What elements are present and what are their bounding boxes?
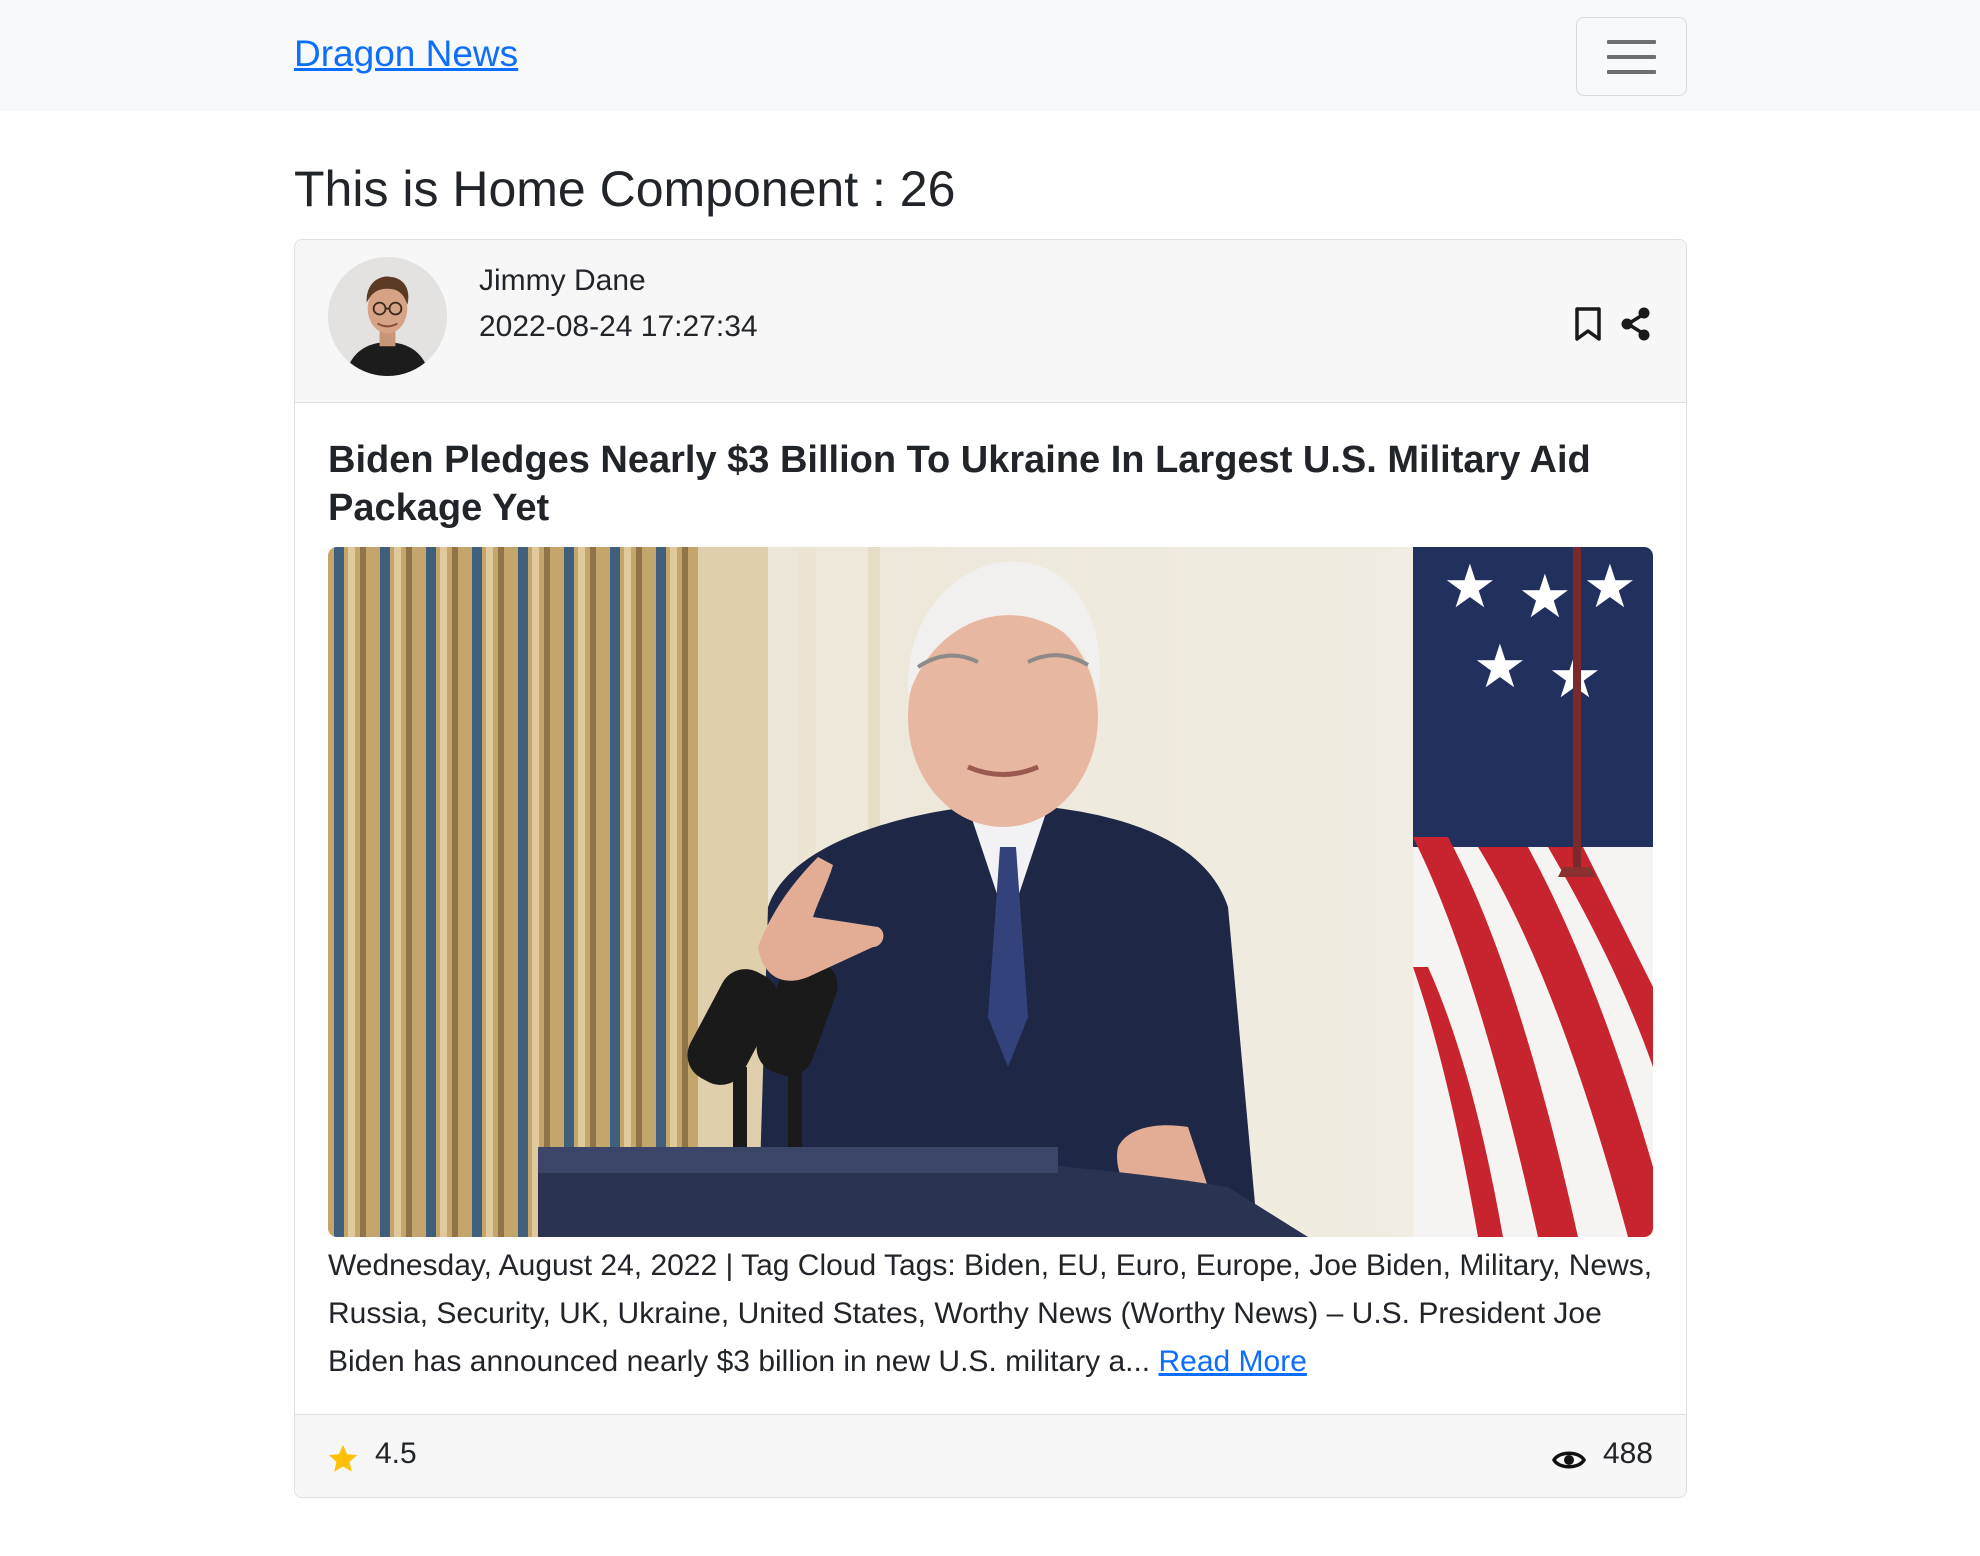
author-avatar (328, 257, 447, 376)
news-image: ★ ★ ★ ★ ★ (328, 547, 1653, 1237)
svg-text:★: ★ (1443, 552, 1497, 622)
hamburger-menu-icon (1607, 40, 1656, 44)
news-excerpt: Wednesday, August 24, 2022 | Tag Cloud T… (328, 1249, 1653, 1378)
bookmark-icon[interactable] (1573, 306, 1603, 342)
svg-text:★: ★ (1518, 562, 1572, 632)
navbar: Dragon News (0, 0, 1980, 111)
news-details: Wednesday, August 24, 2022 | Tag Cloud T… (328, 1242, 1658, 1386)
rating-value: 4.5 (375, 1437, 417, 1470)
svg-text:★: ★ (1583, 552, 1637, 622)
news-card: Jimmy Dane 2022-08-24 17:27:34 Biden Ple… (294, 239, 1687, 1498)
card-footer: 4.5 488 (295, 1414, 1686, 1497)
card-header: Jimmy Dane 2022-08-24 17:27:34 (295, 240, 1686, 403)
page-title: This is Home Component : 26 (294, 161, 956, 217)
svg-text:★: ★ (1473, 632, 1527, 702)
share-icon[interactable] (1620, 306, 1652, 342)
published-date: 2022-08-24 17:27:34 (479, 310, 758, 343)
author-name: Jimmy Dane (479, 264, 646, 297)
navbar-toggler-button[interactable] (1576, 17, 1687, 96)
brand-link[interactable]: Dragon News (294, 33, 518, 75)
views-count: 488 (1602, 1437, 1653, 1470)
star-icon (328, 1444, 358, 1472)
eye-icon (1552, 1451, 1586, 1469)
news-title: Biden Pledges Nearly $3 Billion To Ukrai… (328, 439, 1591, 529)
read-more-link[interactable]: Read More (1158, 1345, 1306, 1378)
